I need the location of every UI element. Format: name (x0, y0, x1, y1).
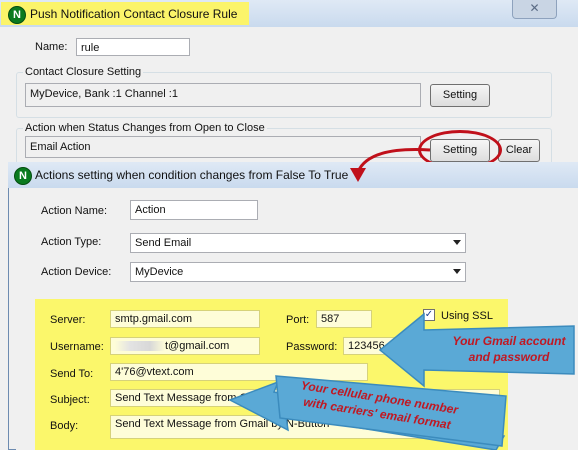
redaction-blur (115, 341, 165, 352)
sendto-label: Send To: (50, 368, 94, 380)
clear-button[interactable]: Clear (498, 139, 540, 162)
port-input[interactable]: 587 (316, 310, 372, 328)
contact-closure-value: MyDevice, Bank :1 Channel :1 (25, 83, 421, 107)
action-type-select[interactable]: Send Email (130, 233, 466, 253)
dialog-title: Actions setting when condition changes f… (35, 168, 349, 182)
port-label: Port: (286, 314, 310, 326)
action-name-input[interactable]: Action (130, 200, 258, 220)
action-name-label: Action Name: (41, 205, 108, 217)
subject-label: Subject: (50, 394, 90, 406)
server-input[interactable]: smtp.gmail.com (110, 310, 260, 328)
n-button-logo-icon: N (8, 6, 26, 24)
contact-setting-button[interactable]: Setting (430, 84, 490, 107)
chevron-down-icon (453, 240, 461, 245)
username-label: Username: (50, 341, 104, 353)
action-type-value: Send Email (135, 237, 192, 249)
contact-closure-group-title: Contact Closure Setting (23, 66, 144, 78)
close-icon[interactable]: ✕ (512, 0, 557, 19)
server-label: Server: (50, 314, 86, 326)
main-window-title: Push Notification Contact Closure Rule (30, 7, 238, 21)
body-label: Body: (50, 420, 79, 432)
action-group-title: Action when Status Changes from Open to … (23, 122, 267, 134)
chevron-down-icon (453, 269, 461, 274)
red-arrow-icon (350, 148, 431, 182)
name-input[interactable]: rule (76, 38, 190, 56)
action-device-value: MyDevice (135, 266, 184, 278)
action-type-label: Action Type: (41, 236, 102, 248)
name-label: Name: (35, 41, 68, 53)
username-value: t@gmail.com (165, 340, 230, 352)
n-button-logo-icon: N (14, 167, 32, 185)
action-device-select[interactable]: MyDevice (130, 262, 466, 282)
action-device-label: Action Device: (41, 266, 112, 278)
